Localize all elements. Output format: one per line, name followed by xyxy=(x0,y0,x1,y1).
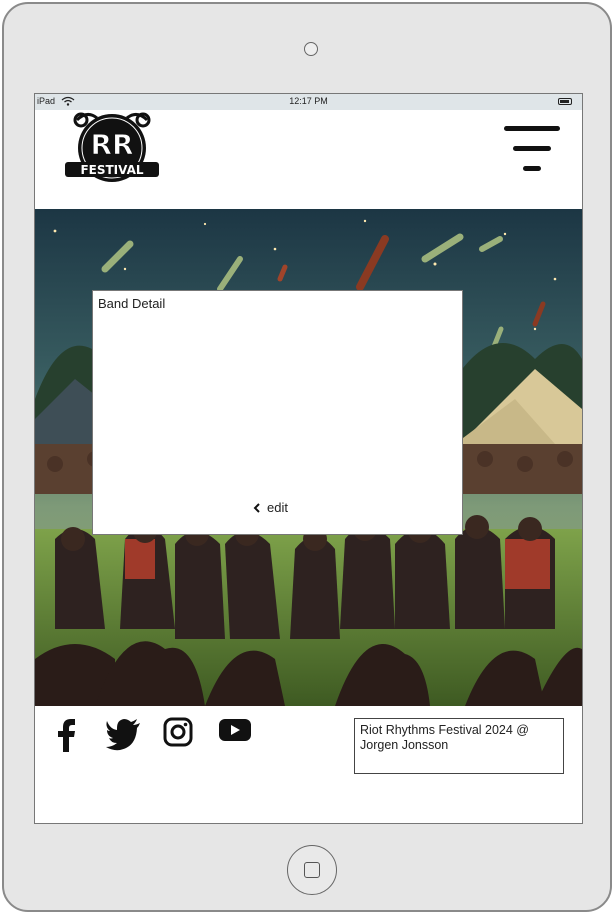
home-square-icon xyxy=(304,862,320,878)
screen: iPad 12:17 PM RR FESTIVAL Band Detail ed… xyxy=(34,93,583,824)
copyright-text: Riot Rhythms Festival 2024 @ Jorgen Jons… xyxy=(354,718,564,774)
edit-link[interactable]: edit xyxy=(253,500,288,515)
facebook-icon[interactable] xyxy=(55,717,79,753)
youtube-icon[interactable] xyxy=(218,717,252,743)
chevron-left-icon xyxy=(253,502,260,513)
status-bar: iPad 12:17 PM xyxy=(35,94,582,110)
modal-title: Band Detail xyxy=(98,296,166,311)
twitter-icon[interactable] xyxy=(105,717,141,751)
festival-logo[interactable]: RR FESTIVAL xyxy=(57,110,167,190)
battery-icon xyxy=(558,98,572,105)
instagram-icon[interactable] xyxy=(163,717,193,747)
menu-filter-icon[interactable] xyxy=(501,126,563,176)
header: RR FESTIVAL xyxy=(35,110,582,209)
camera xyxy=(304,42,318,56)
logo-festival-text: FESTIVAL xyxy=(80,163,143,177)
footer: Riot Rhythms Festival 2024 @ Jorgen Jons… xyxy=(35,706,582,823)
logo-rr-text: RR xyxy=(90,128,133,161)
home-button[interactable] xyxy=(287,845,337,895)
hero-illustration: Band Detail edit xyxy=(35,209,582,706)
edit-label: edit xyxy=(267,500,288,515)
status-time: 12:17 PM xyxy=(289,96,328,106)
band-detail-modal: Band Detail edit xyxy=(92,290,463,535)
